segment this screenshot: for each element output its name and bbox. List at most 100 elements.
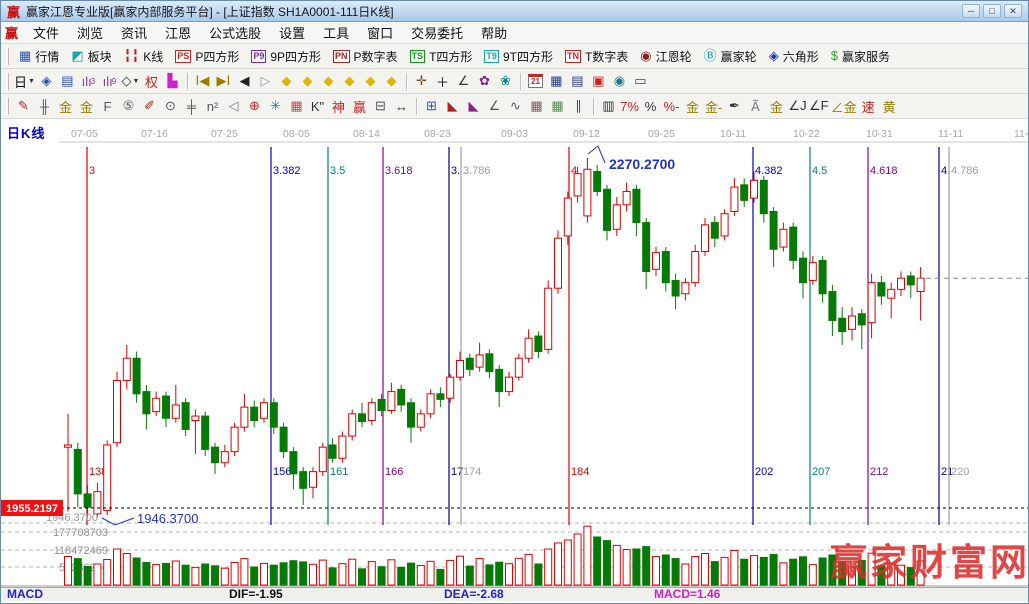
tool-print-icon[interactable]: ▭ bbox=[630, 71, 651, 92]
draw-f-grid-icon[interactable]: F bbox=[97, 96, 118, 117]
toolbar-9t-square-button[interactable]: T99T四方形 bbox=[478, 47, 559, 66]
tool-period-day-icon[interactable]: 日▼ bbox=[13, 71, 36, 92]
tool-histogram-icon[interactable]: ▙ bbox=[162, 71, 183, 92]
toolbar-kline-button[interactable]: ╏╏K线 bbox=[118, 47, 170, 66]
toolbar-hexagon-button[interactable]: ◈六角形 bbox=[763, 47, 825, 66]
tool-chart-3bars-icon[interactable]: ılı3 bbox=[78, 71, 99, 92]
draw-n-squared-icon[interactable]: n² bbox=[202, 96, 223, 117]
close-button[interactable]: ✕ bbox=[1004, 4, 1022, 18]
toolbar-9p-square-button[interactable]: P99P四方形 bbox=[245, 47, 327, 66]
draw-spiral-5-icon[interactable]: ⑤ bbox=[118, 96, 139, 117]
toolbar-p-square-button[interactable]: PSP四方形 bbox=[169, 47, 245, 66]
draw-grid-a-icon[interactable]: ▦ bbox=[526, 96, 547, 117]
menu-窗口[interactable]: 窗口 bbox=[358, 21, 402, 44]
draw-pct-strike-icon[interactable]: 7% bbox=[619, 96, 640, 117]
toolbar-winner-wheel-button[interactable]: Ⓑ赢家轮 bbox=[698, 47, 763, 66]
tool-calculator-icon[interactable]: ▦ bbox=[546, 71, 567, 92]
tool-info-f10-icon[interactable]: ◈ bbox=[36, 71, 57, 92]
tool-last-page-icon[interactable]: ▶Ⅰ bbox=[213, 71, 234, 92]
draw-bars-percent-icon[interactable]: ▥ bbox=[598, 96, 619, 117]
draw-grid-ruler-icon[interactable]: ╫ bbox=[34, 96, 55, 117]
tool-crosshair-tool-icon[interactable]: ＋ bbox=[432, 71, 453, 92]
menu-资讯[interactable]: 资讯 bbox=[112, 21, 156, 44]
tool-zoom-horiz-icon[interactable]: ◆ bbox=[318, 71, 339, 92]
menu-帮助[interactable]: 帮助 bbox=[472, 21, 516, 44]
draw-pen-icon[interactable]: ✎ bbox=[13, 96, 34, 117]
tool-candle-style-icon[interactable]: ◇▼ bbox=[120, 71, 141, 92]
toolbar-gann-wheel-button[interactable]: ◉江恩轮 bbox=[634, 47, 697, 66]
tool-next-bar-icon[interactable]: ▷ bbox=[255, 71, 276, 92]
kline-chart[interactable]: 07-0507-1607-2508-0508-1408-2309-0309-12… bbox=[1, 119, 1029, 587]
draw-wave-tool-icon[interactable]: ∿ bbox=[505, 96, 526, 117]
tool-brain-tool-icon[interactable]: ❀ bbox=[495, 71, 516, 92]
draw-grid-b-icon[interactable]: ▦ bbox=[547, 96, 568, 117]
tool-save-icon[interactable]: ▣ bbox=[588, 71, 609, 92]
tool-chart-9bars-icon[interactable]: ılı9 bbox=[99, 71, 120, 92]
menu-设置[interactable]: 设置 bbox=[270, 21, 314, 44]
tool-zoom-right-icon[interactable]: ◆ bbox=[297, 71, 318, 92]
draw-gold-lines-icon[interactable]: 金 bbox=[766, 96, 787, 117]
draw-angle-lines-icon[interactable]: ∠ bbox=[484, 96, 505, 117]
draw-measure-icon[interactable]: ↔ bbox=[391, 96, 412, 117]
tool-hand-tool-icon[interactable]: ✛ bbox=[411, 71, 432, 92]
draw-f-angle-icon[interactable]: ∠F bbox=[808, 96, 830, 117]
menu-工具[interactable]: 工具 bbox=[314, 21, 358, 44]
toolbar-quotes-button[interactable]: ▦行情 bbox=[13, 47, 65, 66]
menu-江恩[interactable]: 江恩 bbox=[156, 21, 200, 44]
tool-angle-tool-icon[interactable]: ∠ bbox=[453, 71, 474, 92]
draw-gold-angle-icon[interactable]: ∠金 bbox=[830, 96, 858, 117]
draw-mirror-icon[interactable]: ◁ bbox=[223, 96, 244, 117]
menu-公式选股[interactable]: 公式选股 bbox=[200, 21, 270, 44]
draw-ruler-123-icon[interactable]: ⊟ bbox=[370, 96, 391, 117]
maximize-button[interactable]: □ bbox=[983, 4, 1001, 18]
tool-zoom-left-icon[interactable]: ◆ bbox=[276, 71, 297, 92]
toolbar-winner-service-button[interactable]: $赢家服务 bbox=[825, 47, 896, 66]
toolbar-sectors-button[interactable]: ◩板块 bbox=[65, 47, 117, 66]
draw-blue-grid-icon[interactable]: ⊞ bbox=[421, 96, 442, 117]
tool-notes-icon[interactable]: ▤ bbox=[57, 71, 78, 92]
tool-calendar-icon[interactable]: 21 bbox=[525, 71, 546, 92]
draw-time-circle-icon[interactable]: ⊙ bbox=[160, 96, 181, 117]
menu-交易委托[interactable]: 交易委托 bbox=[402, 21, 472, 44]
draw-clipped-tool-icon[interactable]: 黄 bbox=[879, 96, 900, 117]
draw-percent-icon[interactable]: % bbox=[640, 96, 661, 117]
tool-prev-bar-icon[interactable]: ◀ bbox=[234, 71, 255, 92]
draw-gold-grid-1-icon[interactable]: 金 bbox=[55, 96, 76, 117]
menu-浏览[interactable]: 浏览 bbox=[68, 21, 112, 44]
draw-pct-level-icon[interactable]: %- bbox=[661, 96, 682, 117]
toolbar-t-digit-table-button[interactable]: TNT数字表 bbox=[559, 47, 634, 66]
draw-gold-level-icon[interactable]: 金- bbox=[703, 96, 724, 117]
tool-snapshot-icon[interactable]: ◉ bbox=[609, 71, 630, 92]
draw-spider-web-icon[interactable]: ✳ bbox=[265, 96, 286, 117]
tool-notepad-icon[interactable]: ▤ bbox=[567, 71, 588, 92]
draw-fan-purple-icon[interactable]: ◣ bbox=[463, 96, 484, 117]
toolbar-p-digit-table-button[interactable]: PNP数字表 bbox=[327, 47, 404, 66]
chart-area[interactable]: 日K线 07-0507-1607-2508-0508-1408-2309-030… bbox=[1, 119, 1029, 587]
draw-fan-red-icon[interactable]: ◣ bbox=[442, 96, 463, 117]
draw-red-ruler-icon[interactable]: ✐ bbox=[139, 96, 160, 117]
minimize-button[interactable]: ─ bbox=[962, 4, 980, 18]
draw-circle-cross-icon[interactable]: ⊕ bbox=[244, 96, 265, 117]
date-tick: 11-2 bbox=[1014, 128, 1029, 140]
tool-chip-tool-icon[interactable]: ✿ bbox=[474, 71, 495, 92]
draw-k-marks-icon[interactable]: K" bbox=[307, 96, 328, 117]
draw-parallel-icon[interactable]: ∥ bbox=[568, 96, 589, 117]
draw-web-square-icon[interactable]: ▦ bbox=[286, 96, 307, 117]
tool-first-page-icon[interactable]: Ⅰ◀ bbox=[192, 71, 213, 92]
draw-j-angle-icon[interactable]: ∠J bbox=[787, 96, 808, 117]
draw-gold-grid-2-icon[interactable]: 金 bbox=[76, 96, 97, 117]
draw-tick-ruler-icon[interactable]: ╪ bbox=[181, 96, 202, 117]
tool-compress-icon[interactable]: ◆ bbox=[360, 71, 381, 92]
toolbar-t-square-button[interactable]: TST四方形 bbox=[404, 47, 479, 66]
draw-win-grid-icon[interactable]: 赢 bbox=[349, 96, 370, 117]
draw-gold-circle-icon[interactable]: 金 bbox=[682, 96, 703, 117]
tool-ex-rights-icon[interactable]: 权 bbox=[141, 71, 162, 92]
draw-ink-pen-icon[interactable]: ✒ bbox=[724, 96, 745, 117]
draw-speed-line-icon[interactable]: 速 bbox=[858, 96, 879, 117]
volume-bar bbox=[466, 566, 473, 585]
menu-文件[interactable]: 文件 bbox=[24, 21, 68, 44]
draw-shen-grid-icon[interactable]: 神 bbox=[328, 96, 349, 117]
tool-zoom-vert-icon[interactable]: ◆ bbox=[339, 71, 360, 92]
tool-expand-icon[interactable]: ◆ bbox=[381, 71, 402, 92]
draw-a-wave-icon[interactable]: Ã bbox=[745, 96, 766, 117]
